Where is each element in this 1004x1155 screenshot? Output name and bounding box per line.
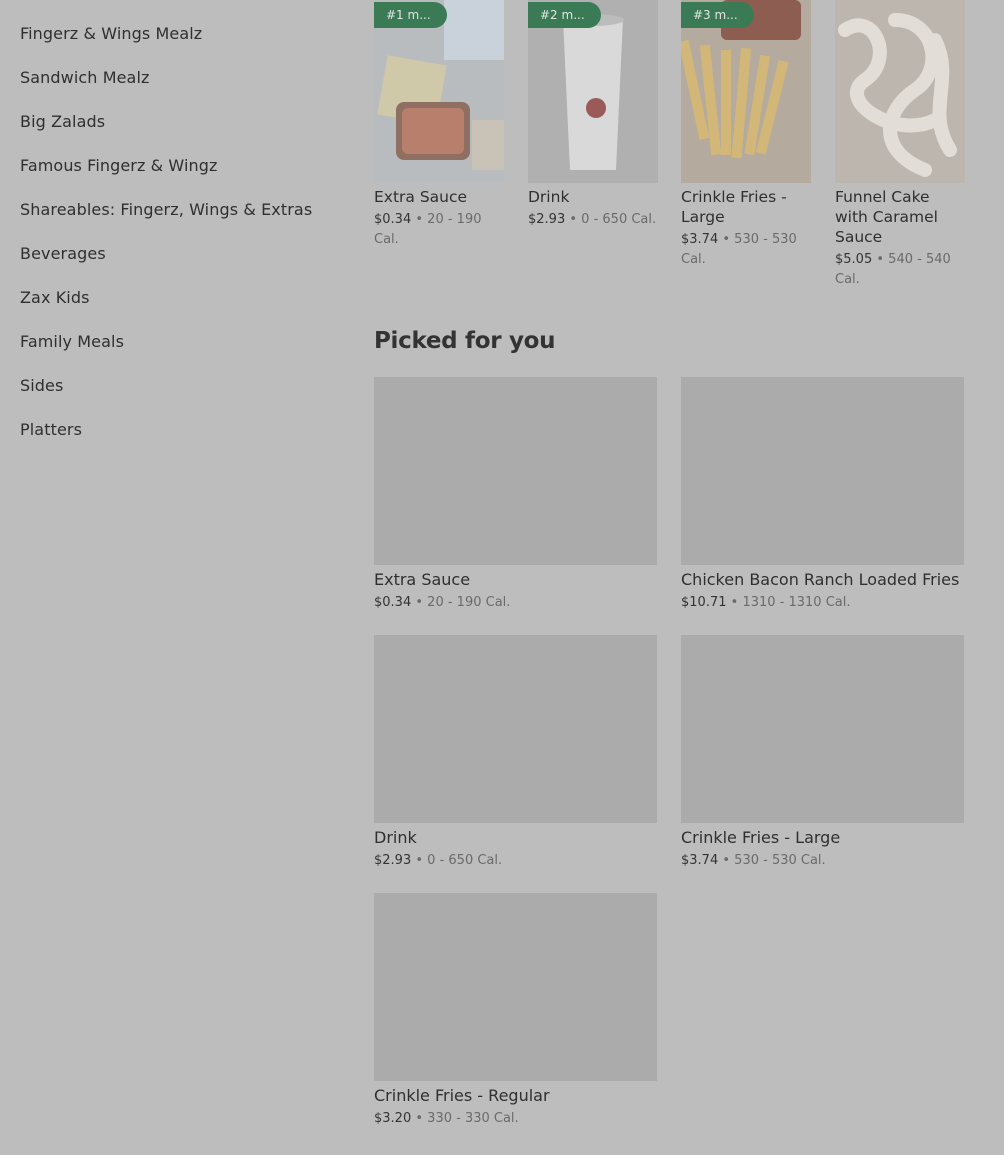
item-name: Extra Sauce	[374, 570, 471, 589]
item-price: $2.93	[528, 212, 566, 227]
separator: •	[876, 252, 885, 267]
sidebar-item-family-meals[interactable]: Family Meals	[20, 332, 124, 351]
separator: •	[415, 212, 424, 227]
picked-item-card[interactable]: Crinkle Fries - Regular $3.20 • 330 - 33…	[374, 893, 657, 1129]
item-name: Crinkle Fries - Large	[681, 828, 841, 847]
item-price: $2.93	[374, 853, 412, 868]
sidebar-item-famous-fingerz-wingz[interactable]: Famous Fingerz & Wingz	[20, 156, 218, 175]
item-image-placeholder	[374, 377, 657, 565]
item-name: Extra Sauce	[374, 188, 468, 206]
rank-badge: #3 m...	[681, 2, 754, 28]
item-calories: 20 - 190 Cal.	[427, 595, 511, 610]
item-meta: $2.93 • 0 - 650 Cal.	[528, 210, 658, 230]
rank-badge: #2 m...	[528, 2, 601, 28]
item-price: $3.20	[374, 1111, 412, 1126]
item-name: Funnel Cake with Caramel Sauce	[835, 188, 938, 246]
picked-item-card[interactable]: Extra Sauce $0.34 • 20 - 190 Cal.	[374, 377, 657, 613]
sidebar-item-zax-kids[interactable]: Zax Kids	[20, 288, 90, 307]
item-calories: 1310 - 1310 Cal.	[742, 595, 851, 610]
item-name: Drink	[528, 188, 570, 206]
picked-item-card[interactable]: Drink $2.93 • 0 - 650 Cal.	[374, 635, 657, 871]
sidebar-item-sides[interactable]: Sides	[20, 376, 63, 395]
separator: •	[415, 1111, 424, 1126]
sidebar-item-sandwich-mealz[interactable]: Sandwich Mealz	[20, 68, 150, 87]
sidebar-item-platters[interactable]: Platters	[20, 420, 82, 439]
separator: •	[730, 595, 739, 610]
item-price: $0.34	[374, 595, 412, 610]
rank-badge: #1 m...	[374, 2, 447, 28]
item-meta: $0.34 • 20 - 190 Cal.	[374, 210, 504, 250]
top-item-card[interactable]: #2 m... Drink $2.93 • 0 - 650 Cal.	[528, 0, 658, 230]
item-name: Crinkle Fries - Regular	[374, 1086, 550, 1105]
crinkle-fries-image: #3 m...	[681, 0, 811, 183]
item-meta: $5.05 • 540 - 540 Cal.	[835, 250, 965, 290]
separator: •	[569, 212, 578, 227]
separator: •	[722, 232, 731, 247]
item-name: Drink	[374, 828, 417, 847]
funnel-cake-image	[835, 0, 965, 183]
section-title-picked-for-you: Picked for you	[374, 328, 556, 354]
item-price: $3.74	[681, 232, 719, 247]
item-meta: $3.20 • 330 - 330 Cal.	[374, 1109, 657, 1129]
item-image-placeholder	[374, 635, 657, 823]
item-name: Crinkle Fries - Large	[681, 188, 787, 226]
sidebar-item-big-zalads[interactable]: Big Zalads	[20, 112, 105, 131]
top-item-card[interactable]: #3 m... Crinkle Fries - Large $3.74 • 53…	[681, 0, 811, 270]
item-meta: $0.34 • 20 - 190 Cal.	[374, 593, 657, 613]
top-item-card[interactable]: Funnel Cake with Caramel Sauce $5.05 • 5…	[835, 0, 965, 290]
sidebar-item-beverages[interactable]: Beverages	[20, 244, 106, 263]
item-calories: 0 - 650 Cal.	[581, 212, 657, 227]
item-meta: $3.74 • 530 - 530 Cal.	[681, 230, 811, 270]
item-meta: $2.93 • 0 - 650 Cal.	[374, 851, 657, 871]
item-price: $3.74	[681, 853, 719, 868]
picked-item-card[interactable]: Chicken Bacon Ranch Loaded Fries $10.71 …	[681, 377, 964, 613]
separator: •	[415, 853, 424, 868]
item-calories: 530 - 530 Cal.	[734, 853, 826, 868]
item-price: $0.34	[374, 212, 412, 227]
drink-image: #2 m...	[528, 0, 658, 183]
item-meta: $3.74 • 530 - 530 Cal.	[681, 851, 964, 871]
item-calories: 330 - 330 Cal.	[427, 1111, 519, 1126]
item-name: Chicken Bacon Ranch Loaded Fries	[681, 570, 960, 589]
item-calories: 0 - 650 Cal.	[427, 853, 503, 868]
top-item-card[interactable]: #1 m... Extra Sauce $0.34 • 20 - 190 Cal…	[374, 0, 504, 250]
sidebar-item-fingerz-wings-mealz[interactable]: Fingerz & Wings Mealz	[20, 24, 202, 43]
picked-item-card[interactable]: Crinkle Fries - Large $3.74 • 530 - 530 …	[681, 635, 964, 871]
sidebar-item-shareables[interactable]: Shareables: Fingerz, Wings & Extras	[20, 200, 312, 219]
item-image-placeholder	[681, 377, 964, 565]
funnel-cake-illustration	[838, 13, 957, 177]
separator: •	[722, 853, 731, 868]
item-meta: $10.71 • 1310 - 1310 Cal.	[681, 593, 964, 613]
item-price: $5.05	[835, 252, 873, 267]
item-image-placeholder	[374, 893, 657, 1081]
separator: •	[415, 595, 424, 610]
extra-sauce-image: #1 m...	[374, 0, 504, 183]
item-image-placeholder	[681, 635, 964, 823]
item-price: $10.71	[681, 595, 727, 610]
